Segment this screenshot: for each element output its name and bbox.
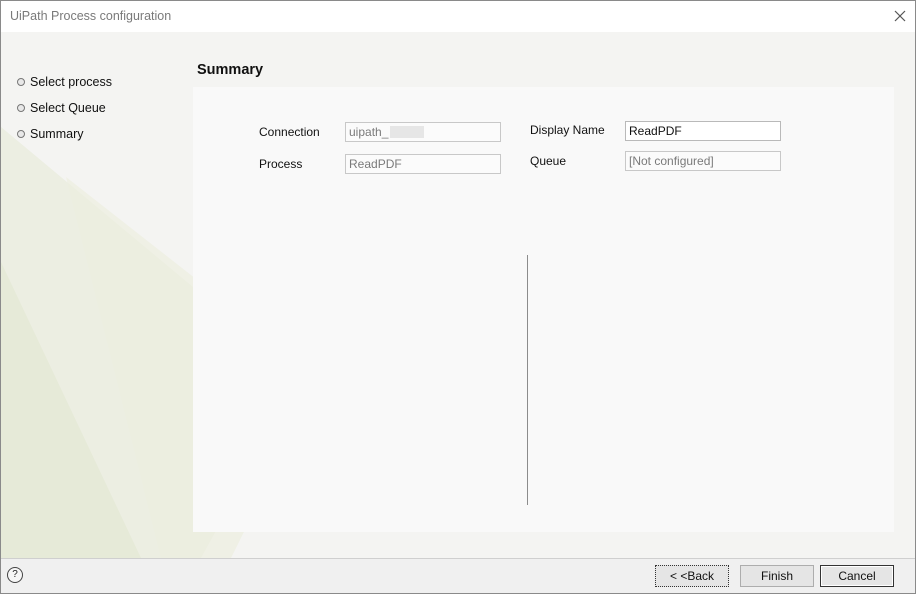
step-bullet-icon: [17, 78, 25, 86]
connection-field[interactable]: uipath_: [345, 122, 501, 142]
connection-value: uipath_: [349, 125, 389, 139]
process-label: Process: [259, 157, 303, 171]
close-button[interactable]: [889, 5, 911, 27]
display-name-label: Display Name: [530, 123, 605, 137]
wizard-steps: Select process Select Queue Summary: [17, 74, 112, 152]
finish-button[interactable]: Finish: [740, 565, 814, 587]
display-name-value: ReadPDF: [629, 124, 682, 138]
help-icon[interactable]: ?: [7, 567, 23, 583]
wizard-content: Select process Select Queue Summary Summ…: [1, 32, 915, 558]
step-summary[interactable]: Summary: [17, 126, 112, 152]
process-value: ReadPDF: [349, 157, 402, 171]
page-title: Summary: [197, 62, 264, 78]
dialog-window: UiPath Process configuration Select proc…: [0, 0, 916, 594]
queue-field[interactable]: [Not configured]: [625, 151, 781, 171]
queue-label: Queue: [530, 154, 567, 168]
connection-label: Connection: [259, 125, 320, 139]
window-title: UiPath Process configuration: [10, 9, 172, 23]
process-field[interactable]: ReadPDF: [345, 154, 501, 174]
step-bullet-icon: [17, 130, 25, 138]
step-label: Summary: [30, 127, 84, 141]
queue-value: [Not configured]: [629, 154, 714, 168]
cancel-button[interactable]: Cancel: [820, 565, 894, 587]
display-name-field[interactable]: ReadPDF: [625, 121, 781, 141]
title-bar: UiPath Process configuration: [1, 1, 915, 32]
summary-panel: Connection uipath_ Process ReadPDF Displ…: [193, 87, 894, 532]
redacted-block: [390, 126, 425, 138]
back-button[interactable]: < <Back: [655, 565, 729, 587]
step-select-queue[interactable]: Select Queue: [17, 100, 112, 126]
step-label: Select process: [30, 75, 112, 89]
step-bullet-icon: [17, 104, 25, 112]
splitter-divider[interactable]: [527, 255, 528, 505]
close-icon: [894, 10, 906, 22]
step-label: Select Queue: [30, 101, 106, 115]
step-select-process[interactable]: Select process: [17, 74, 112, 100]
dialog-footer: ? < <Back Finish Cancel: [1, 559, 915, 593]
